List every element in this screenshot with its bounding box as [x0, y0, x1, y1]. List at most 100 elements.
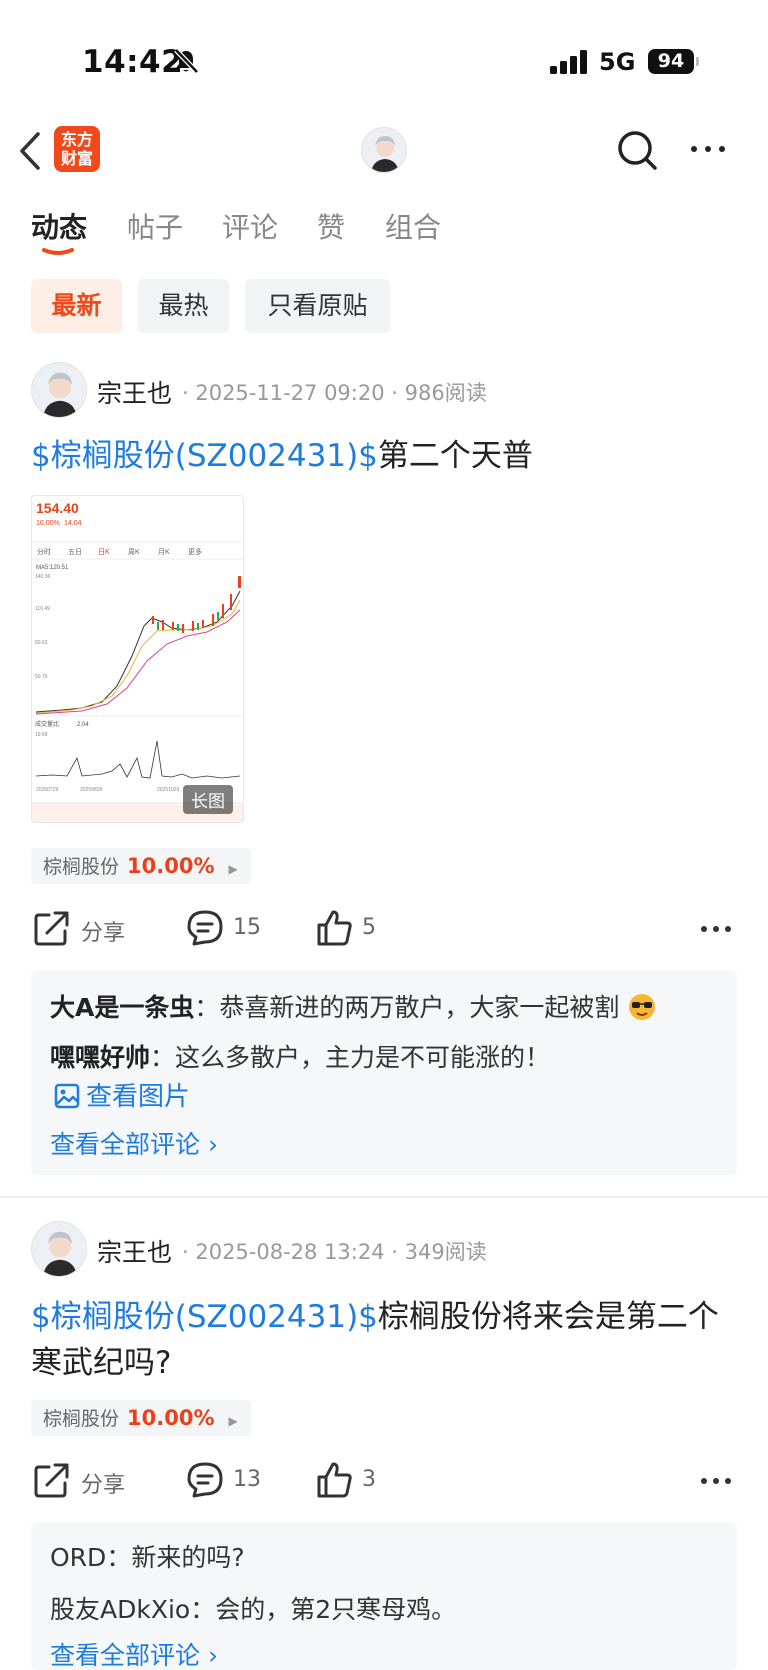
view-image-label: 查看图片: [86, 1082, 191, 1112]
avatar-portrait-icon: [43, 372, 77, 417]
chart-date: 20250729: [36, 787, 58, 793]
status-bar: 14:42 5G 94: [0, 0, 768, 120]
logo-line1: 东方: [60, 130, 93, 149]
avatar-portrait-icon: [371, 136, 399, 172]
search-icon[interactable]: [615, 128, 659, 172]
filter-latest[interactable]: 最新: [31, 279, 122, 333]
stock-chart-image: 154.40 10.00% 14.04 分时 五日 日K 周K 月K 更多 MA…: [32, 496, 243, 822]
bell-muted-icon: [174, 48, 199, 74]
chart-y-tick: 140.36: [35, 574, 51, 580]
battery-indicator: 94: [648, 49, 694, 74]
chart-vol-max: 19.69: [35, 732, 48, 738]
chevron-right-icon: ▶: [228, 862, 238, 876]
post-more-icon[interactable]: [700, 923, 732, 935]
chart-tab: 五日: [68, 548, 82, 556]
tab-likes[interactable]: 赞: [317, 206, 345, 246]
share-button[interactable]: 分享: [81, 1467, 125, 1499]
filter-hottest[interactable]: 最热: [138, 279, 229, 333]
post-title[interactable]: $棕榈股份(SZ002431)$棕榈股份将来会是第二个寒武纪吗?: [31, 1294, 741, 1386]
post-divider: [0, 1196, 768, 1198]
avatar-portrait-icon: [43, 1231, 77, 1276]
like-thumb-icon[interactable]: [315, 909, 353, 947]
sunglasses-emoji-icon: [629, 994, 656, 1020]
post-author-avatar[interactable]: [31, 362, 87, 418]
post-more-icon[interactable]: [700, 1475, 732, 1487]
post-author-name[interactable]: 宗王也: [97, 374, 172, 410]
chart-tab: 更多: [188, 547, 202, 556]
stock-tag-link[interactable]: $棕榈股份(SZ002431)$: [31, 438, 378, 474]
status-time: 14:42: [82, 44, 184, 80]
share-button[interactable]: 分享: [81, 915, 125, 947]
comment-text: ：这么多散户，主力是不可能涨的！: [150, 1043, 551, 1072]
comment-icon[interactable]: [186, 1461, 224, 1499]
chart-ma-label: MA5:120.51: [36, 565, 69, 571]
app-logo[interactable]: 东方 财富: [54, 126, 100, 172]
stock-chip-change: 10.00%: [127, 1406, 215, 1430]
tab-posts[interactable]: 帖子: [127, 206, 183, 246]
chart-y-tick: 80.63: [35, 640, 48, 646]
like-count[interactable]: 3: [362, 1467, 376, 1492]
chart-date: 20250828: [80, 787, 102, 793]
back-arrow-icon[interactable]: [16, 128, 46, 174]
chart-tab: 分时: [37, 547, 51, 556]
user-avatar[interactable]: [361, 127, 407, 173]
comment-text: ：会的，第2只寒母鸡。: [190, 1595, 457, 1624]
comment-count[interactable]: 13: [233, 1467, 261, 1492]
comment-preview-box[interactable]: 大A是一条虫：恭喜新进的两万散户，大家一起被割 嘿嘿好帅：这么多散户，主力是不可…: [31, 970, 737, 1175]
post-author-avatar[interactable]: [31, 1221, 87, 1277]
view-all-comments-link[interactable]: 查看全部评论 ›: [50, 1125, 218, 1161]
post-meta: · 2025-08-28 13:24 · 349阅读: [182, 1240, 487, 1264]
comment-user[interactable]: 股友ADkXio: [50, 1595, 190, 1624]
battery-tip: [696, 57, 699, 66]
stock-tag-link[interactable]: $棕榈股份(SZ002431)$: [31, 1299, 378, 1335]
chart-vol-label: 成交量比: [35, 720, 59, 728]
comment-text: ：恭喜新进的两万散户，大家一起被割: [194, 993, 620, 1022]
logo-line2: 财富: [60, 149, 93, 168]
filter-original-only[interactable]: 只看原贴: [245, 279, 390, 333]
chart-tab: 月K: [158, 548, 170, 556]
comment-line[interactable]: ORD：新来的吗?: [50, 1538, 245, 1574]
like-count[interactable]: 5: [362, 915, 376, 940]
post-title[interactable]: $棕榈股份(SZ002431)$第二个天普: [31, 433, 741, 479]
share-icon[interactable]: [33, 909, 71, 947]
comment-text: ：新来的吗?: [106, 1543, 245, 1572]
comment-icon[interactable]: [186, 909, 224, 947]
comment-line[interactable]: 嘿嘿好帅：这么多散户，主力是不可能涨的！: [50, 1038, 550, 1074]
more-options-icon[interactable]: [688, 139, 728, 159]
stock-chip-change: 10.00%: [127, 854, 215, 878]
tab-portfolio[interactable]: 组合: [385, 206, 441, 246]
tab-dynamics[interactable]: 动态: [31, 206, 87, 246]
comment-user[interactable]: 大A是一条虫: [50, 993, 194, 1022]
post-meta: · 2025-11-27 09:20 · 986阅读: [182, 381, 487, 405]
network-type: 5G: [599, 48, 636, 76]
comment-user[interactable]: ORD: [50, 1543, 106, 1572]
chart-y-tick: 50.76: [35, 674, 48, 680]
comment-user[interactable]: 嘿嘿好帅: [50, 1043, 150, 1072]
stock-chip-name: 棕榈股份: [43, 856, 120, 878]
tab-comments[interactable]: 评论: [222, 206, 278, 246]
chart-change-pct: 10.00%: [36, 520, 60, 527]
cellular-signal-icon: [550, 50, 587, 74]
chart-change-abs: 14.04: [64, 520, 82, 527]
stock-quote-chip[interactable]: 棕榈股份 10.00% ▶: [31, 1400, 251, 1436]
view-image-link[interactable]: 查看图片: [54, 1076, 190, 1113]
chevron-right-icon: ▶: [228, 1414, 238, 1428]
chart-tab: 周K: [128, 548, 140, 556]
chart-price: 154.40: [36, 500, 79, 516]
post-title-text: 第二个天普: [377, 438, 533, 474]
comment-count[interactable]: 15: [233, 915, 261, 940]
post-image-thumbnail[interactable]: 154.40 10.00% 14.04 分时 五日 日K 周K 月K 更多 MA…: [31, 495, 244, 823]
stock-quote-chip[interactable]: 棕榈股份 10.00% ▶: [31, 848, 251, 884]
view-all-comments-link[interactable]: 查看全部评论 ›: [50, 1636, 218, 1670]
share-icon[interactable]: [33, 1461, 71, 1499]
post-author-name[interactable]: 宗王也: [97, 1233, 172, 1269]
like-thumb-icon[interactable]: [315, 1461, 353, 1499]
image-icon: [54, 1083, 80, 1109]
active-tab-indicator: [42, 248, 74, 255]
chart-vol-value: 2.04: [77, 722, 89, 728]
stock-chip-name: 棕榈股份: [43, 1408, 120, 1430]
comment-line[interactable]: 股友ADkXio：会的，第2只寒母鸡。: [50, 1590, 456, 1626]
long-image-badge: 长图: [183, 785, 233, 814]
comment-line[interactable]: 大A是一条虫：恭喜新进的两万散户，大家一起被割: [50, 988, 657, 1024]
comment-preview-box[interactable]: ORD：新来的吗? 股友ADkXio：会的，第2只寒母鸡。 查看全部评论 ›: [31, 1522, 737, 1670]
